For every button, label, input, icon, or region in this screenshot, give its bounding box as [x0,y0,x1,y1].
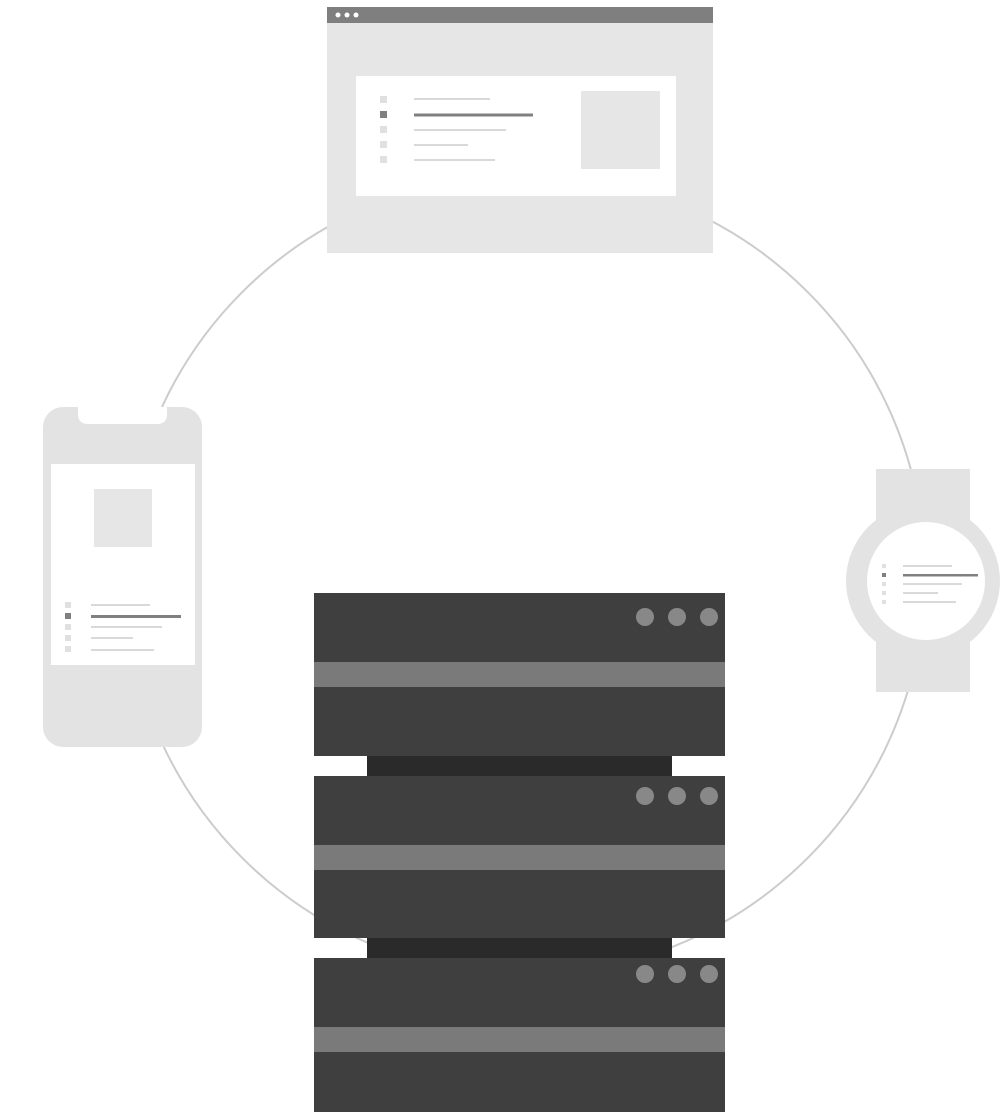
server-unit [314,776,725,938]
text-line [91,604,150,606]
bullet [882,573,886,577]
smartphone-icon [43,407,202,747]
bullet [65,602,71,608]
status-led-icon [668,787,686,805]
bullet [882,600,886,604]
text-line [414,159,495,161]
server-unit-stripe [314,1027,725,1052]
server-rack-icon [314,593,725,1112]
status-led-icon [636,787,654,805]
smartwatch-icon [846,469,1000,692]
browser-titlebar [327,7,713,23]
diagram-canvas [0,0,1000,1112]
server-unit-stripe [314,845,725,870]
bullet [380,126,387,133]
text-line [91,649,154,651]
diagram-svg [43,7,1000,1112]
bullet [380,111,387,118]
status-led-icon [700,787,718,805]
bullet [882,582,886,586]
text-line [414,144,468,146]
status-led-icon [700,608,718,626]
bullet [380,141,387,148]
text-line [414,98,490,100]
image-placeholder [94,489,152,547]
status-led-icon [668,965,686,983]
status-led-icon [668,608,686,626]
server-unit [314,958,725,1112]
bullet [65,613,71,619]
browser-dot [335,12,341,18]
bullet [65,624,71,630]
watch-screen [867,522,985,640]
bullet [380,96,387,103]
phone-notch [78,407,167,424]
text-line-highlight [91,615,181,618]
text-line-highlight [414,113,533,117]
server-connector [367,938,672,958]
bullet [882,591,886,595]
browser-dot [344,12,350,18]
image-placeholder [581,91,660,169]
text-line [414,129,506,131]
browser-dot [353,12,359,18]
text-line [903,583,962,585]
text-line [91,637,133,639]
status-led-icon [636,608,654,626]
bullet [65,646,71,652]
server-unit-stripe [314,662,725,687]
bullet [65,635,71,641]
bullet [380,156,387,163]
server-connector [367,756,672,776]
text-line [903,565,952,567]
status-led-icon [636,965,654,983]
text-line-highlight [903,574,978,577]
bullet [882,564,886,568]
browser-window-icon [327,7,713,253]
server-unit [314,593,725,756]
text-line [903,592,938,594]
text-line [903,601,956,603]
text-line [91,626,162,628]
status-led-icon [700,965,718,983]
